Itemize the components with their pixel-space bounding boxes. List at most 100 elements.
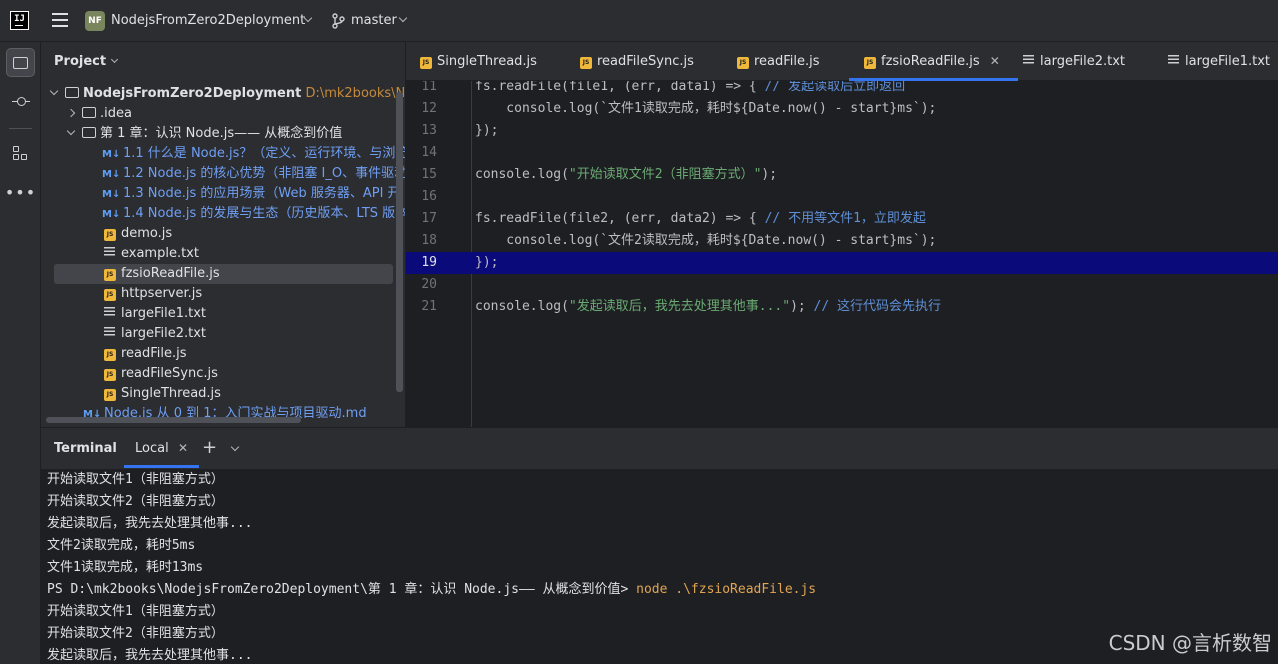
code-token: console.log( xyxy=(475,167,569,182)
code-line[interactable]: 17 fs.readFile(file2, (err, data2) => { /… xyxy=(406,208,1278,230)
project-tool-button[interactable] xyxy=(6,48,35,77)
tab-fzsioreadfile[interactable]: JS fzsioReadFile.js ✕ xyxy=(849,42,1018,81)
tree-item-label: 1.1 什么是 Node.js？（定义、运行环境、与浏览 xyxy=(123,146,406,161)
chevron-down-icon[interactable] xyxy=(398,13,408,23)
code-line[interactable]: 12 console.log(`文件1读取完成，耗时${Date.now() -… xyxy=(406,98,1278,120)
markdown-icon: M↓ xyxy=(102,209,121,220)
code-comment: // 不用等文件1，立即发起 xyxy=(764,211,926,226)
project-panel-header[interactable]: Project xyxy=(54,54,119,69)
line-number[interactable]: 13 xyxy=(406,120,437,142)
tab-label: readFileSync.js xyxy=(597,54,694,69)
root-path: D:\mk2books\Node xyxy=(305,86,405,101)
structure-tool-button[interactable] xyxy=(6,139,35,168)
line-number[interactable]: 18 xyxy=(406,230,437,252)
intellij-logo-icon[interactable]: IJ xyxy=(10,11,29,30)
chevron-down-icon[interactable] xyxy=(230,442,240,452)
tree-item-md[interactable]: M↓ 1.1 什么是 Node.js？（定义、运行环境、与浏览 xyxy=(102,144,406,164)
line-number[interactable]: 15 xyxy=(406,164,437,186)
terminal-tab-local[interactable]: Local xyxy=(135,441,169,456)
line-number[interactable]: 16 xyxy=(406,186,437,208)
root-name: NodejsFromZero2Deployment xyxy=(83,86,302,101)
markdown-icon: M↓ xyxy=(102,169,121,180)
code-editor[interactable]: 11 fs.readFile(file1, (err, data1) => { /… xyxy=(406,81,1278,427)
code-text: console.log(`文件2读取完成，耗时${Date.now() - st… xyxy=(475,230,936,252)
more-tools-button[interactable]: ••• xyxy=(5,178,35,207)
js-file-icon: JS xyxy=(104,349,116,361)
tree-item-md[interactable]: M↓ 1.3 Node.js 的应用场景（Web 服务器、API 开 xyxy=(102,184,401,204)
code-line[interactable]: 20 xyxy=(406,274,1278,296)
tree-item-file[interactable]: JS httpserver.js xyxy=(104,284,202,304)
code-token: }); xyxy=(475,123,499,138)
vertical-scrollbar[interactable] xyxy=(396,92,403,392)
code-line[interactable]: 19}); xyxy=(406,252,1278,274)
line-number[interactable]: 17 xyxy=(406,208,437,230)
code-line[interactable]: 21 console.log("发起读取后，我先去处理其他事..."); // 这… xyxy=(406,296,1278,318)
code-line[interactable]: 18 console.log(`文件2读取完成，耗时${Date.now() -… xyxy=(406,230,1278,252)
tree-item-selected[interactable]: JS fzsioReadFile.js xyxy=(54,264,393,284)
tree-item-file[interactable]: JS readFile.js xyxy=(104,344,187,364)
code-comment: // 发起读取后立即返回 xyxy=(764,81,906,94)
tab-largefile1[interactable]: largeFile1.txt xyxy=(1168,42,1270,81)
code-token: console.log( xyxy=(475,299,569,314)
project-name[interactable]: NodejsFromZero2Deployment xyxy=(111,13,305,28)
js-file-icon: JS xyxy=(104,229,116,241)
code-token: fs.readFile(file2, (err, data2) => { xyxy=(475,211,765,226)
main-menu-icon[interactable] xyxy=(52,13,68,27)
commit-tool-button[interactable] xyxy=(6,87,35,116)
code-line[interactable]: 16 xyxy=(406,186,1278,208)
text-file-icon xyxy=(1023,55,1034,65)
js-file-icon: JS xyxy=(580,57,592,69)
close-icon[interactable]: ✕ xyxy=(990,54,1000,68)
tab-largefile2[interactable]: largeFile2.txt xyxy=(1023,42,1125,81)
code-line[interactable]: 13}); xyxy=(406,120,1278,142)
line-number[interactable]: 19 xyxy=(406,252,437,274)
js-file-icon: JS xyxy=(104,369,116,381)
line-number[interactable]: 11 xyxy=(406,81,437,98)
new-terminal-icon[interactable]: + xyxy=(202,437,217,458)
horizontal-scrollbar[interactable] xyxy=(46,417,301,423)
code-token: ); xyxy=(790,299,814,314)
terminal-line: 开始读取文件2（非阻塞方式） xyxy=(47,491,224,513)
js-file-icon: JS xyxy=(104,289,116,301)
code-text: console.log("发起读取后，我先去处理其他事..."); // 这行代… xyxy=(475,296,941,318)
tab-readfilesync[interactable]: JS readFileSync.js xyxy=(580,42,694,81)
tree-item-file[interactable]: example.txt xyxy=(104,244,199,264)
line-number[interactable]: 21 xyxy=(406,296,437,318)
tree-item-md[interactable]: M↓ 1.2 Node.js 的核心优势（非阻塞 I_O、事件驱动 xyxy=(102,164,405,184)
line-number[interactable]: 20 xyxy=(406,274,437,296)
code-line[interactable]: 11 fs.readFile(file1, (err, data1) => { /… xyxy=(406,81,1278,98)
tree-item-chapter1[interactable]: 第 1 章：认识 Node.js—— 从概念到价值 xyxy=(66,124,342,144)
code-line[interactable]: 14 xyxy=(406,142,1278,164)
code-text: fs.readFile(file2, (err, data2) => { // … xyxy=(475,208,926,230)
tab-readfile[interactable]: JS readFile.js xyxy=(737,42,820,81)
js-file-icon: JS xyxy=(420,57,432,69)
code-line[interactable]: 15 console.log("开始读取文件2（非阻塞方式）"); xyxy=(406,164,1278,186)
git-branch-icon[interactable] xyxy=(331,13,345,29)
project-badge[interactable]: NF xyxy=(85,11,105,31)
tree-item-label: demo.js xyxy=(121,226,173,241)
chevron-down-icon[interactable] xyxy=(111,55,119,64)
terminal-output[interactable]: 开始读取文件1（非阻塞方式） 开始读取文件2（非阻塞方式） 发起读取后，我先去处理其… xyxy=(41,469,1278,664)
expand-icon[interactable] xyxy=(66,108,76,118)
tree-item-file[interactable]: JS SingleThread.js xyxy=(104,384,221,404)
text-file-icon xyxy=(1168,55,1179,65)
terminal-text: 文件2读取完成，耗时5ms xyxy=(47,538,196,553)
expand-icon[interactable] xyxy=(66,126,76,136)
tab-label: largeFile1.txt xyxy=(1185,54,1270,69)
terminal-line: 文件1读取完成，耗时13ms xyxy=(47,557,203,579)
tree-item-idea[interactable]: .idea xyxy=(66,104,132,124)
tree-item-file[interactable]: largeFile2.txt xyxy=(104,324,206,344)
tree-item-md[interactable]: M↓ 1.4 Node.js 的发展与生态（历史版本、LTS 版本 xyxy=(102,204,405,224)
tree-item-file[interactable]: JS readFileSync.js xyxy=(104,364,218,384)
tree-item-file[interactable]: JS demo.js xyxy=(104,224,172,244)
expand-icon[interactable] xyxy=(49,86,59,96)
close-icon[interactable]: ✕ xyxy=(178,441,188,455)
terminal-line: 开始读取文件2（非阻塞方式） xyxy=(47,623,224,645)
tree-root[interactable]: NodejsFromZero2Deployment D:\mk2books\No… xyxy=(49,84,405,104)
tree-item-file[interactable]: largeFile1.txt xyxy=(104,304,206,324)
branch-name[interactable]: master xyxy=(351,13,397,28)
code-token: fs.readFile(file1, (err, data1) => { xyxy=(475,81,765,94)
line-number[interactable]: 14 xyxy=(406,142,437,164)
line-number[interactable]: 12 xyxy=(406,98,437,120)
tab-singlethread[interactable]: JS SingleThread.js xyxy=(420,42,537,81)
